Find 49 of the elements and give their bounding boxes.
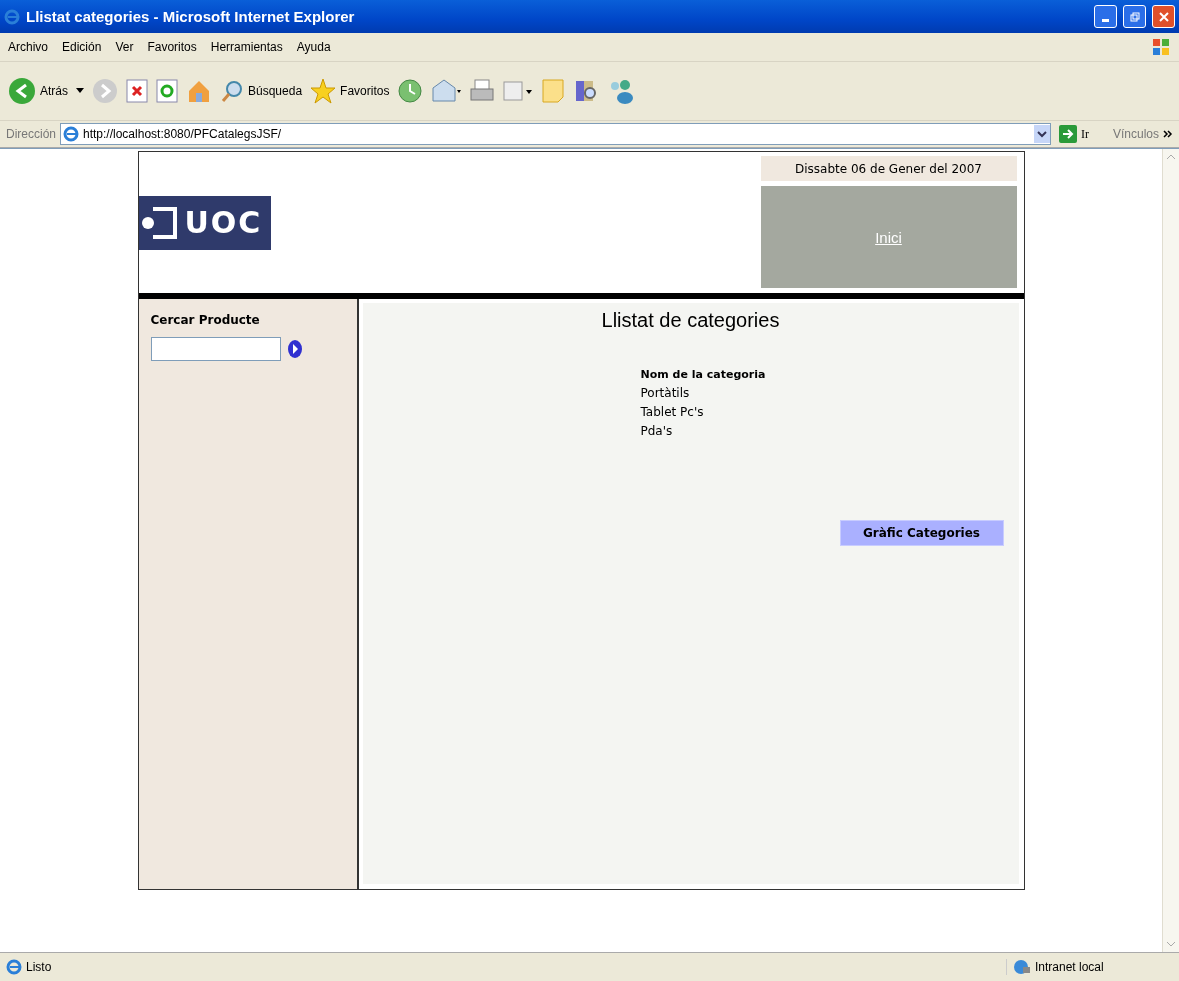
ie-icon bbox=[6, 959, 22, 975]
minimize-icon bbox=[1102, 19, 1109, 22]
table-cell-text: Pda's bbox=[640, 424, 674, 438]
chart-button[interactable]: Gràfic Categories bbox=[839, 520, 1004, 546]
table-cell-text: Tablet Pc's bbox=[640, 405, 705, 419]
page-title: Llistat de categories bbox=[601, 309, 780, 332]
dropdown-icon[interactable] bbox=[1033, 125, 1050, 143]
menu-item[interactable]: Ver bbox=[115, 40, 134, 54]
address-field[interactable]: http://localhost:8080/PFCatalegsJSF/ bbox=[60, 123, 1051, 145]
menu-item[interactable]: Favoritos bbox=[147, 40, 197, 54]
restore-button[interactable] bbox=[1123, 5, 1146, 28]
search-button[interactable]: Búsqueda bbox=[220, 79, 303, 103]
star-icon bbox=[310, 78, 337, 104]
close-button[interactable] bbox=[1152, 5, 1175, 28]
window-title: Llistat categories - Microsoft Internet Explorer bbox=[26, 8, 356, 25]
zone-indicator: Intranet local bbox=[1006, 959, 1173, 975]
printer-icon[interactable] bbox=[469, 78, 496, 104]
history-icon[interactable] bbox=[397, 78, 424, 104]
chevron-icon[interactable] bbox=[1163, 130, 1173, 138]
scrollbar[interactable] bbox=[1162, 149, 1179, 952]
menu-item[interactable]: Edición bbox=[62, 40, 102, 54]
stop-icon[interactable] bbox=[126, 79, 148, 103]
date-text: Dissabte 06 de Gener del 2007 bbox=[760, 156, 1017, 181]
ie-icon bbox=[63, 126, 79, 142]
search-icon bbox=[220, 79, 244, 103]
menu-item[interactable]: Herramientas bbox=[210, 40, 283, 54]
close-icon bbox=[1158, 11, 1169, 22]
forward-button[interactable] bbox=[92, 78, 118, 104]
address-label: Dirección bbox=[6, 127, 56, 141]
back-button[interactable]: Atrás bbox=[8, 77, 68, 105]
logo: UOC bbox=[138, 195, 271, 250]
go-arrow-button[interactable] bbox=[286, 339, 303, 359]
sidebar-title: Cercar Producte bbox=[150, 313, 261, 327]
restore-icon bbox=[1129, 11, 1140, 22]
minimize-button[interactable] bbox=[1094, 5, 1117, 28]
url-text: http://localhost:8080/PFCatalegsJSF/ bbox=[83, 127, 282, 141]
search-field[interactable] bbox=[150, 337, 281, 361]
home-icon[interactable] bbox=[186, 78, 212, 104]
ie-icon bbox=[4, 8, 20, 25]
windows-flag-icon bbox=[1151, 37, 1171, 57]
links-button[interactable]: Vínculos bbox=[1112, 127, 1159, 141]
go-button[interactable]: Ir bbox=[1054, 125, 1109, 143]
status-text: Listo bbox=[26, 960, 53, 974]
menu-item[interactable]: Archivo bbox=[8, 40, 48, 54]
column-header: Nom de la categoria bbox=[640, 368, 767, 381]
caret-icon[interactable] bbox=[76, 88, 84, 94]
menu-item[interactable]: Ayuda bbox=[296, 40, 331, 54]
table-cell-text: Portàtils bbox=[640, 386, 691, 400]
favorites-button[interactable]: Favoritos bbox=[310, 78, 390, 104]
